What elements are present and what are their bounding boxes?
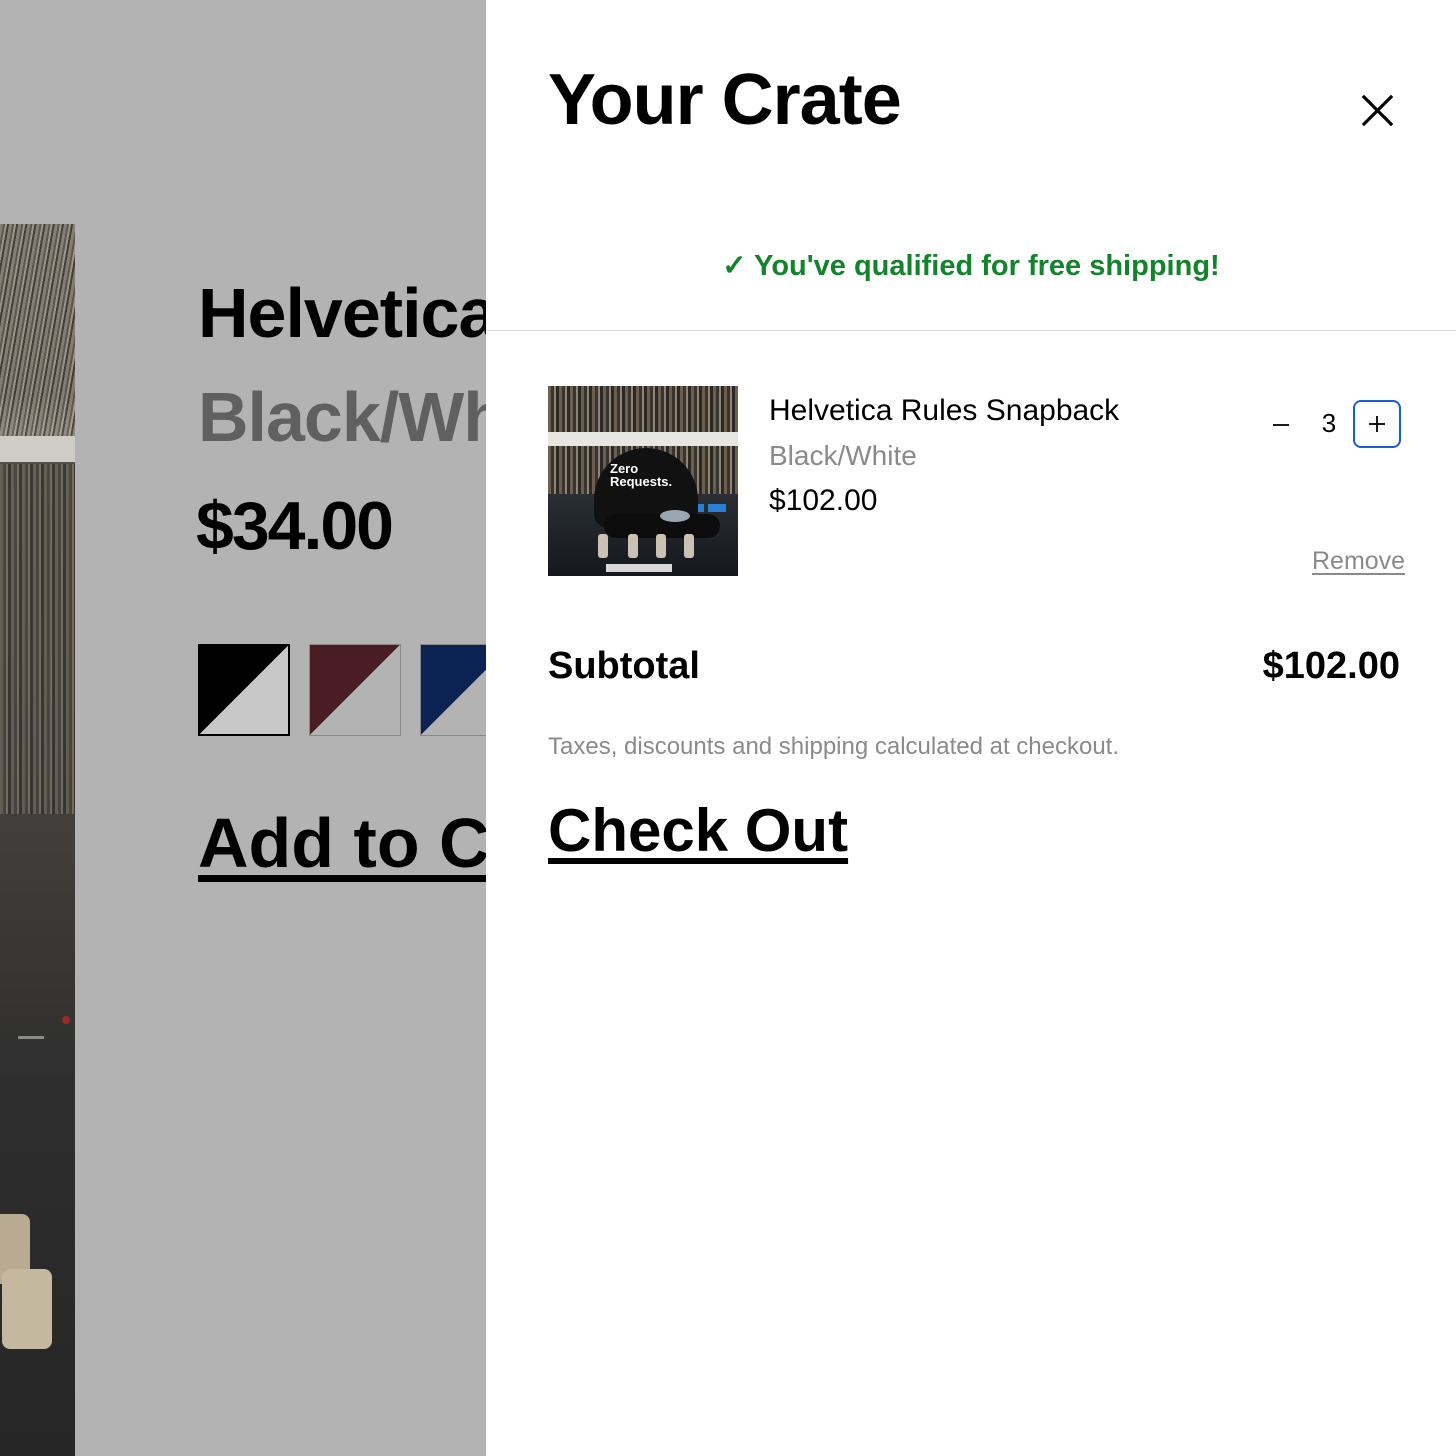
remove-item-link[interactable]: Remove <box>1312 547 1405 576</box>
product-photo <box>0 224 75 1456</box>
thumb-pad <box>708 504 726 512</box>
record-spines-image <box>0 464 75 814</box>
thumb-knob <box>684 534 694 558</box>
cart-item-price: $102.00 <box>769 484 878 517</box>
mixer-led <box>62 1016 70 1024</box>
product-title: Helvetica Rules Snapback <box>198 274 486 352</box>
cart-item-name[interactable]: Helvetica Rules Snapback <box>769 394 1119 428</box>
quantity-increase-button[interactable] <box>1353 400 1401 448</box>
product-variant: Black/White <box>198 378 486 456</box>
record-shelf-image <box>0 224 75 439</box>
thumb-knob <box>628 534 638 558</box>
swatch-navy-white[interactable] <box>420 644 486 736</box>
subtotal-value: $102.00 <box>1262 645 1400 687</box>
minus-icon <box>1273 424 1289 426</box>
thumb-knob <box>656 534 666 558</box>
swatch-burgundy-white[interactable] <box>309 644 401 736</box>
cap-print-text: Zero Requests. <box>610 461 673 489</box>
thumb-shelf <box>548 432 738 446</box>
cart-title: Your Crate <box>548 60 902 140</box>
subtotal-label: Subtotal <box>548 645 700 687</box>
product-page-overlay[interactable]: Helvetica Rules Snapback Black/White $34… <box>0 0 486 1456</box>
thumb-knob <box>598 534 608 558</box>
cart-item-image[interactable]: Zero Requests. <box>548 386 738 576</box>
cart-drawer: Your Crate ✓ You've qualified for free s… <box>486 0 1456 1456</box>
mixer-label <box>18 1036 44 1039</box>
close-icon <box>1361 94 1394 127</box>
shelf-edge <box>0 436 75 462</box>
divider <box>486 330 1456 331</box>
product-price: $34.00 <box>196 488 394 564</box>
close-button[interactable] <box>1358 94 1398 128</box>
add-to-crate-button[interactable]: Add to Crate <box>198 808 486 878</box>
quantity-value[interactable]: 3 <box>1314 408 1344 439</box>
plus-icon <box>1369 416 1385 432</box>
swatch-black-white[interactable] <box>198 644 290 736</box>
tax-note: Taxes, discounts and shipping calculated… <box>548 733 1120 760</box>
free-shipping-message: ✓ You've qualified for free shipping! <box>722 250 1220 282</box>
quantity-decrease-button[interactable] <box>1262 406 1300 444</box>
checkout-button[interactable]: Check Out <box>548 798 848 864</box>
mixer-knob <box>2 1269 52 1349</box>
thumb-brand-label <box>606 564 672 572</box>
cap-sticker <box>660 510 690 522</box>
cart-item-variant: Black/White <box>769 440 917 471</box>
